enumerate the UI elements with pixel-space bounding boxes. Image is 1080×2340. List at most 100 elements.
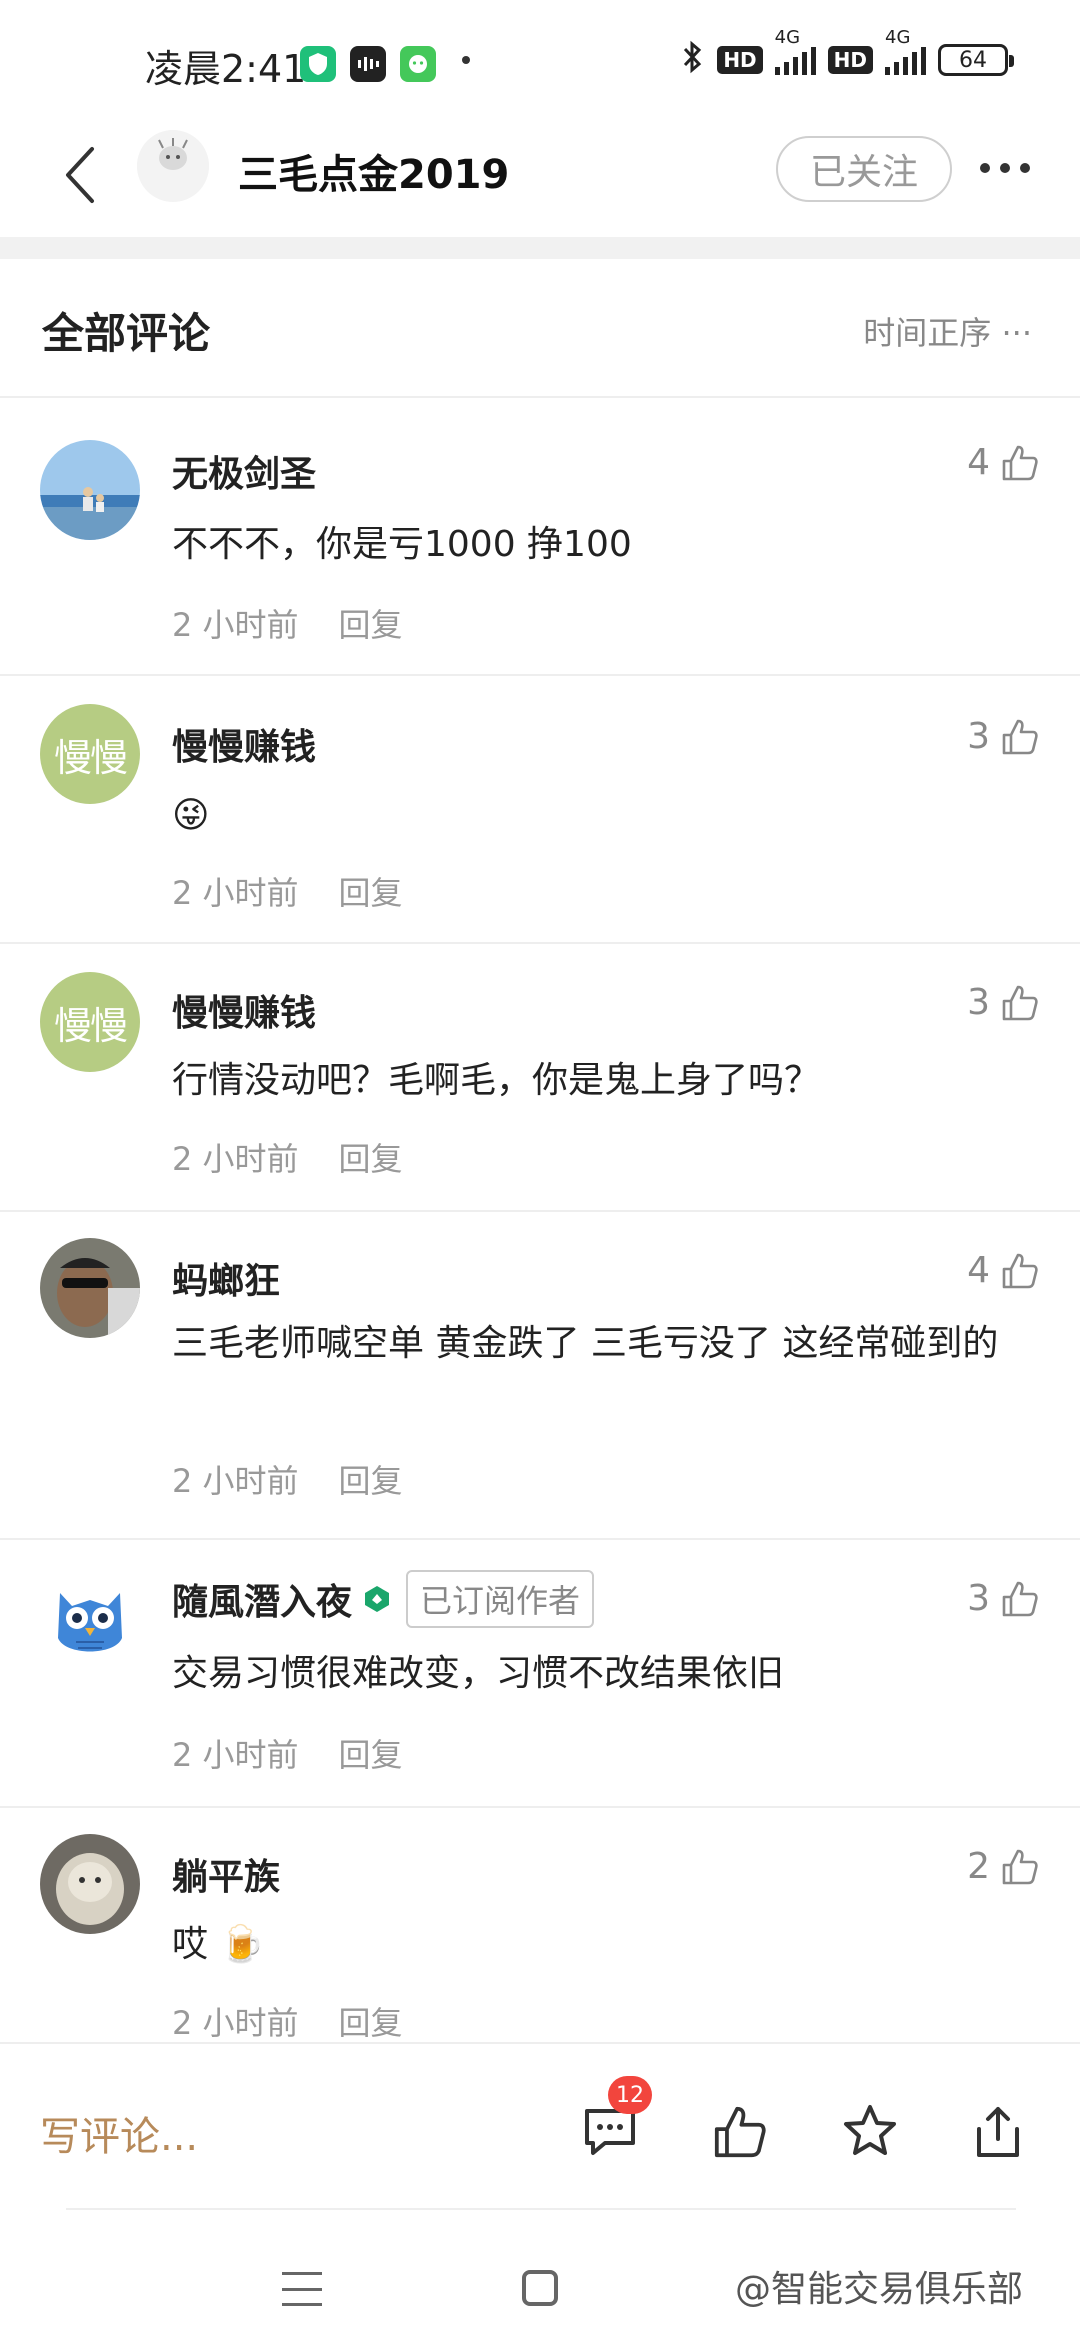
divider <box>66 2208 1016 2210</box>
commenter-name[interactable]: 慢慢赚钱 <box>172 984 316 1036</box>
like-button[interactable]: 3 <box>967 1578 1040 1619</box>
commenter-avatar[interactable] <box>40 1568 140 1668</box>
comment-item: 慢慢 慢慢赚钱 行情没动吧？毛啊毛，你是鬼上身了吗？ 2 小时前 回复 3 <box>0 946 1080 1212</box>
like-count: 3 <box>967 1578 990 1619</box>
comment-item: 隨風潛入夜 已订阅作者 交易习惯很难改变，习惯不改结果依旧 2 小时前 回复 3 <box>0 1542 1080 1808</box>
commenter-name[interactable]: 躺平族 <box>172 1848 280 1900</box>
comment-count-badge: 12 <box>608 2076 652 2114</box>
comment-text: 三毛老师喊空单 黄金跌了 三毛亏没了 这经常碰到的 <box>172 1323 999 1364</box>
like-button[interactable]: 2 <box>967 1846 1040 1887</box>
reply-button[interactable]: 回复 <box>339 1134 403 1180</box>
comments-title: 全部评论 <box>42 309 211 358</box>
author-avatar[interactable] <box>137 130 209 202</box>
status-indicators: HD 4G HD 4G 64 <box>681 27 1014 80</box>
page-title: 三毛点金2019 <box>238 152 510 198</box>
status-time: 凌晨2:41 <box>145 47 307 91</box>
thumbs-up-icon <box>1002 1253 1038 1288</box>
signal-icon: 4G <box>885 27 926 75</box>
commenter-name[interactable]: 无极剑圣 <box>172 445 316 497</box>
comment-meta: 2 小时前 回复 <box>172 868 403 914</box>
like-button[interactable]: 3 <box>967 982 1040 1023</box>
commenter-avatar[interactable]: 慢慢 <box>40 972 140 1072</box>
reply-button[interactable]: 回复 <box>339 868 403 914</box>
like-post-button[interactable] <box>708 2100 772 2164</box>
commenter-avatar[interactable]: 慢慢 <box>40 704 140 804</box>
thumbs-up-icon <box>1002 719 1038 754</box>
menu-icon[interactable] <box>282 2272 322 2306</box>
signal-icon: 4G <box>774 27 816 75</box>
like-count: 4 <box>967 442 990 483</box>
share-button[interactable] <box>966 2100 1030 2164</box>
comment-meta: 2 小时前 回复 <box>172 1998 403 2044</box>
commenter-avatar[interactable] <box>40 1238 140 1338</box>
hd-badge: HD <box>717 46 763 74</box>
watermark: @智能交易俱乐部 <box>735 2269 1024 2310</box>
star-icon <box>844 2105 896 2155</box>
system-navigation-bar: @智能交易俱乐部 <box>0 2212 1080 2340</box>
commenter-name-row: 隨風潛入夜 已订阅作者 <box>172 1570 595 1628</box>
comment-time: 2 小时前 <box>172 1462 299 1500</box>
status-bar: 凌晨2:41 HD 4G HD 4G 64 <box>0 0 1080 120</box>
thumbs-up-icon <box>1002 985 1038 1020</box>
comment-text: 交易习惯很难改变，习惯不改结果依旧 <box>172 1653 785 1694</box>
hd-badge: HD <box>827 46 873 74</box>
comment-meta: 2 小时前 回复 <box>172 1134 403 1180</box>
sort-order-button[interactable]: 时间正序 ··· <box>863 308 1032 354</box>
shield-app-icon <box>300 46 336 82</box>
comment-item: 无极剑圣 不不不，你是亏1000 挣100 2 小时前 回复 4 <box>0 400 1080 676</box>
reply-button[interactable]: 回复 <box>339 600 403 646</box>
comment-item: 慢慢 慢慢赚钱 😜 2 小时前 回复 3 <box>0 678 1080 944</box>
chevron-left-icon <box>66 147 94 203</box>
music-app-icon <box>350 46 386 82</box>
notification-dot <box>462 56 470 64</box>
comments-button[interactable]: 12 <box>578 2076 652 2164</box>
comment-text: 😜 <box>172 795 210 836</box>
like-button[interactable]: 4 <box>967 442 1040 483</box>
commenter-name[interactable]: 隨風潛入夜 <box>172 1573 352 1625</box>
home-icon[interactable] <box>522 2270 558 2306</box>
verified-badge-icon <box>365 1586 390 1612</box>
reply-button[interactable]: 回复 <box>339 1998 403 2044</box>
reply-button[interactable]: 回复 <box>339 1730 403 1776</box>
thumbs-up-icon <box>1002 1581 1038 1616</box>
like-count: 2 <box>967 1846 990 1887</box>
like-count: 4 <box>967 1250 990 1291</box>
commenter-name[interactable]: 慢慢赚钱 <box>172 718 316 770</box>
comment-time: 2 小时前 <box>172 874 299 912</box>
thumbs-up-icon <box>1002 445 1038 480</box>
reply-button[interactable]: 回复 <box>339 1456 403 1502</box>
like-count: 3 <box>967 716 990 757</box>
comment-time: 2 小时前 <box>172 1736 299 1774</box>
comments-header: 全部评论 时间正序 ··· <box>0 260 1080 398</box>
back-button[interactable] <box>50 140 110 210</box>
bluetooth-icon <box>681 40 705 80</box>
share-icon <box>977 2107 1019 2157</box>
write-comment-input[interactable]: 写评论... <box>40 2104 198 2162</box>
battery-icon: 64 <box>938 44 1014 76</box>
thumbs-up-icon <box>714 2106 766 2158</box>
comment-meta: 2 小时前 回复 <box>172 1730 403 1776</box>
commenter-avatar[interactable] <box>40 440 140 540</box>
comment-time: 2 小时前 <box>172 1140 299 1178</box>
commenter-name[interactable]: 蚂螂狂 <box>172 1252 280 1304</box>
more-options-icon[interactable] <box>980 148 1030 188</box>
commenter-avatar[interactable] <box>40 1834 140 1934</box>
status-app-icons <box>300 46 436 82</box>
subscriber-tag: 已订阅作者 <box>406 1570 595 1628</box>
thumbs-up-icon <box>1002 1849 1038 1884</box>
favorite-button[interactable] <box>838 2100 902 2164</box>
comment-item: 躺平族 哎 🍺 2 小时前 回复 2 <box>0 1810 1080 2042</box>
comment-meta: 2 小时前 回复 <box>172 1456 403 1502</box>
comment-time: 2 小时前 <box>172 606 299 644</box>
follow-button[interactable]: 已关注 <box>776 136 952 202</box>
comment-item: 蚂螂狂 三毛老师喊空单 黄金跌了 三毛亏没了 这经常碰到的 2 小时前 回复 4 <box>0 1214 1080 1540</box>
like-count: 3 <box>967 982 990 1023</box>
comment-time: 2 小时前 <box>172 2004 299 2042</box>
comment-text: 不不不，你是亏1000 挣100 <box>172 524 632 565</box>
like-button[interactable]: 3 <box>967 716 1040 757</box>
comment-text: 哎 🍺 <box>172 1924 265 1965</box>
bottom-action-bar: 写评论... 12 <box>0 2042 1080 2212</box>
top-navigation: 三毛点金2019 已关注 <box>0 120 1080 235</box>
comment-meta: 2 小时前 回复 <box>172 600 403 646</box>
like-button[interactable]: 4 <box>967 1250 1040 1291</box>
